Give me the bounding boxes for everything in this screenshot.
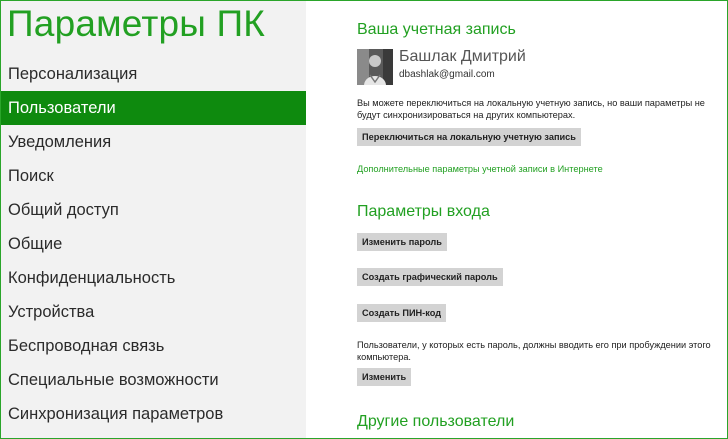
sidebar-item-sharing[interactable]: Общий доступ <box>1 193 306 227</box>
avatar <box>357 49 393 85</box>
sidebar-item-wireless[interactable]: Беспроводная связь <box>1 329 306 363</box>
user-name: Башлак Дмитрий <box>399 48 526 65</box>
sidebar-item-users[interactable]: Пользователи <box>1 91 306 125</box>
sidebar: Параметры ПК Персонализация Пользователи… <box>1 1 306 438</box>
create-picture-password-button[interactable]: Создать графический пароль <box>357 268 503 286</box>
sidebar-item-privacy[interactable]: Конфиденциальность <box>1 261 306 295</box>
sidebar-item-search[interactable]: Поиск <box>1 159 306 193</box>
settings-window: Параметры ПК Персонализация Пользователи… <box>0 0 728 439</box>
signin-section-title: Параметры входа <box>357 203 490 220</box>
sidebar-item-notifications[interactable]: Уведомления <box>1 125 306 159</box>
account-description: Вы можете переключиться на локальную уче… <box>357 98 705 120</box>
change-password-button[interactable]: Изменить пароль <box>357 233 447 251</box>
user-photo-icon <box>357 49 393 85</box>
user-email: dbashlak@gmail.com <box>399 69 495 80</box>
switch-local-account-button[interactable]: Переключиться на локальную учетную запис… <box>357 128 581 146</box>
sidebar-item-general[interactable]: Общие <box>1 227 306 261</box>
other-users-section-title: Другие пользователи <box>357 413 515 430</box>
app-title: Параметры ПК <box>7 3 266 44</box>
sidebar-item-accessibility[interactable]: Специальные возможности <box>1 363 306 397</box>
sidebar-item-sync[interactable]: Синхронизация параметров <box>1 397 306 431</box>
change-wake-password-button[interactable]: Изменить <box>357 368 412 386</box>
sidebar-item-personalization[interactable]: Персонализация <box>1 57 306 91</box>
sidebar-item-devices[interactable]: Устройства <box>1 295 306 329</box>
online-account-settings-link[interactable]: Дополнительные параметры учетной записи … <box>357 164 603 174</box>
create-pin-button[interactable]: Создать ПИН-код <box>357 304 447 322</box>
wake-password-description: Пользователи, у которых есть пароль, дол… <box>357 340 711 362</box>
sidebar-nav: Персонализация Пользователи Уведомления … <box>1 57 306 431</box>
account-section-title: Ваша учетная запись <box>357 21 516 38</box>
